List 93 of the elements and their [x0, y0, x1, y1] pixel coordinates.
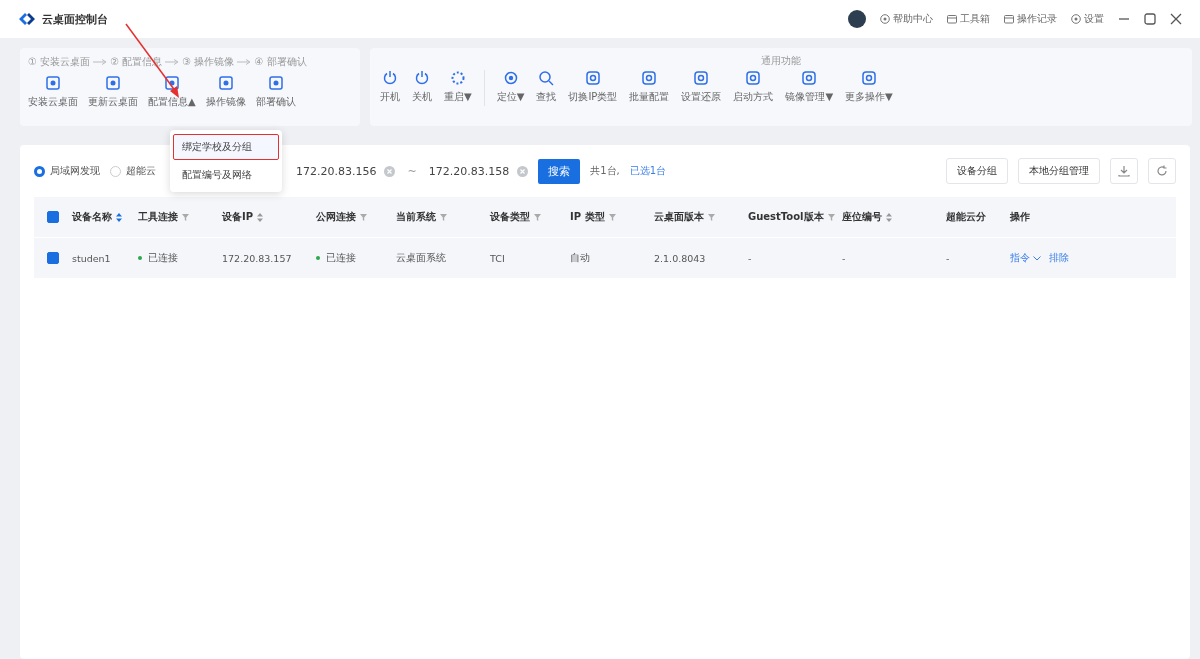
- table-cell-text: -: [748, 252, 753, 264]
- step-label: ③ 操作镜像: [182, 55, 235, 69]
- column-header[interactable]: 超能云分: [946, 210, 986, 224]
- table-cell-text: TCI: [490, 252, 506, 264]
- download-icon: [1118, 165, 1130, 177]
- column-header[interactable]: 设备名称: [72, 210, 122, 224]
- clear-icon: [384, 165, 396, 177]
- group-button[interactable]: 设备分组: [946, 158, 1008, 184]
- filter-icon[interactable]: [182, 213, 189, 221]
- header-link[interactable]: 操作记录: [1004, 12, 1057, 26]
- table-cell-text: 172.20.83.157: [222, 252, 293, 264]
- column-header[interactable]: 当前系统: [396, 210, 447, 224]
- power-off-icon: [414, 70, 430, 86]
- toolbar-button[interactable]: 切换IP类型: [568, 70, 618, 104]
- total-count: 共1台,: [590, 164, 620, 178]
- table-cell-text: -: [946, 252, 951, 264]
- arrow-icon: [93, 59, 108, 65]
- column-header[interactable]: 云桌面版本: [654, 210, 715, 224]
- table-cell-text: studen1: [72, 252, 112, 264]
- power-icon: [382, 70, 398, 86]
- selected-count-link[interactable]: 已选1台: [629, 164, 667, 178]
- command-link[interactable]: 指令: [1010, 251, 1041, 265]
- settings-icon: [1071, 14, 1081, 24]
- toolbar-button[interactable]: 设置还原: [681, 70, 722, 104]
- toolbar-button[interactable]: 更新云桌面: [88, 75, 138, 109]
- locate-icon: [502, 70, 519, 86]
- column-header[interactable]: 工具连接: [138, 210, 189, 224]
- toolbar-button[interactable]: 安装云桌面: [28, 75, 78, 109]
- avatar[interactable]: [848, 10, 866, 28]
- restart-icon: [449, 70, 466, 86]
- sort-icon[interactable]: [257, 212, 264, 222]
- menu-item[interactable]: 绑定学校及分组: [173, 134, 279, 160]
- chevron-down-icon: [1033, 255, 1041, 261]
- filter-icon[interactable]: [608, 213, 616, 221]
- sort-icon[interactable]: [886, 212, 892, 222]
- toolbar-button[interactable]: 启动方式: [733, 70, 774, 104]
- column-header[interactable]: 座位编号: [842, 210, 892, 224]
- refresh-icon: [1156, 165, 1168, 177]
- step-label: ④ 部署确认: [254, 55, 307, 69]
- row-checkbox[interactable]: [47, 252, 59, 264]
- search-icon: [538, 70, 555, 86]
- table-cell: 已连接: [138, 251, 208, 265]
- table-cell-text: -: [842, 252, 847, 264]
- toolbox-icon: [947, 14, 957, 24]
- step-label: ① 安装云桌面: [28, 55, 91, 69]
- group-button[interactable]: 本地分组管理: [1018, 158, 1100, 184]
- filter-icon[interactable]: [534, 213, 541, 221]
- select-all-checkbox[interactable]: [47, 211, 59, 223]
- table-cell-text: 2.1.0.8043: [654, 252, 707, 264]
- column-header[interactable]: IP 类型: [570, 210, 616, 224]
- toolbar-button[interactable]: 配置信息▲: [148, 75, 196, 109]
- radio-option[interactable]: 超能云: [110, 164, 156, 178]
- exclude-link[interactable]: 排除: [1049, 251, 1069, 265]
- search-button[interactable]: 搜索: [538, 158, 581, 184]
- column-header[interactable]: GuestTool版本: [748, 210, 835, 224]
- toolbar-button[interactable]: 批量配置: [629, 70, 670, 104]
- table-cell-text: 云桌面系统: [396, 251, 447, 265]
- table-cell: 已连接: [316, 251, 382, 265]
- window-title: 云桌面控制台: [42, 11, 108, 27]
- header-link[interactable]: 设置: [1071, 12, 1104, 26]
- filter-icon[interactable]: [440, 213, 447, 221]
- header-link[interactable]: 帮助中心: [880, 12, 933, 26]
- radio-option[interactable]: 局域网发现: [34, 164, 100, 178]
- maximize-icon[interactable]: [1144, 13, 1156, 25]
- toolbar-button[interactable]: 重启▼: [444, 70, 472, 104]
- filter-icon[interactable]: [708, 213, 715, 221]
- arrow-icon: [165, 59, 180, 65]
- sort-icon[interactable]: [116, 212, 122, 222]
- toolbar-button[interactable]: 更多操作▼: [845, 70, 893, 104]
- toolbar-button[interactable]: 关机: [412, 70, 432, 104]
- column-header[interactable]: 公网连接: [316, 210, 367, 224]
- logo-icon: [18, 12, 36, 26]
- arrow-icon: [237, 59, 252, 65]
- menu-item[interactable]: 配置编号及网络: [173, 162, 279, 188]
- filter-icon[interactable]: [360, 213, 367, 221]
- table-cell-text: 自动: [570, 251, 591, 265]
- clear-icon: [517, 165, 529, 177]
- header-link[interactable]: 工具箱: [947, 12, 990, 26]
- download-button[interactable]: [1110, 158, 1138, 184]
- toolbar-button[interactable]: 开机: [380, 70, 400, 104]
- toolbar-button[interactable]: 查找: [536, 70, 557, 104]
- toolbar-button[interactable]: 操作镜像: [205, 75, 246, 109]
- column-header[interactable]: 设备类型: [490, 210, 541, 224]
- column-header[interactable]: 设备IP: [222, 210, 264, 224]
- column-header[interactable]: 操作: [1010, 210, 1030, 224]
- ip-range-field[interactable]: 172.20.83.156 ~ 172.20.83.158: [296, 164, 529, 178]
- toolbar-button[interactable]: 定位▼: [496, 70, 525, 104]
- refresh-button[interactable]: [1148, 158, 1176, 184]
- panel-title: 通用功能: [760, 54, 802, 68]
- toolbar-button[interactable]: 镜像管理▼: [785, 70, 834, 104]
- toolbar-button[interactable]: 部署确认: [255, 75, 296, 109]
- close-icon[interactable]: [1170, 13, 1182, 25]
- filter-icon[interactable]: [827, 213, 835, 221]
